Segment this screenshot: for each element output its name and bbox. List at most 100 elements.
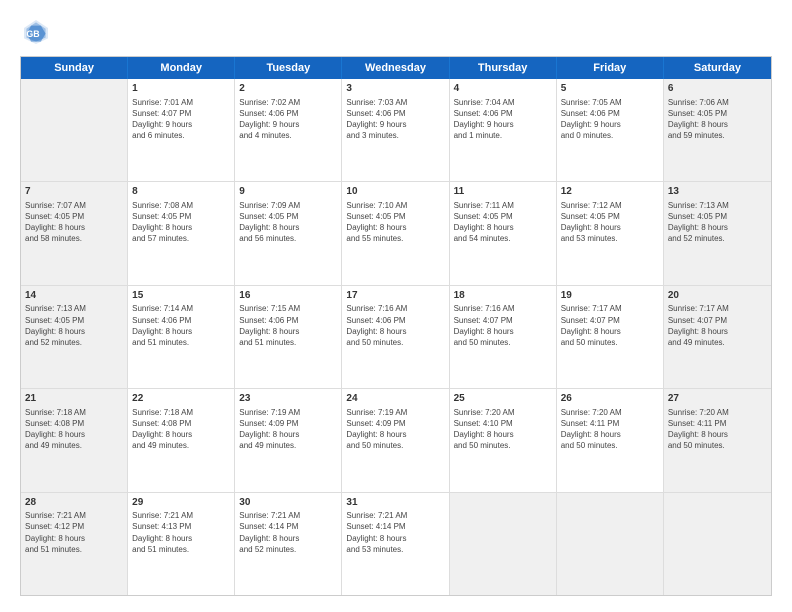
cell-info-line: and 50 minutes.: [561, 440, 659, 451]
cell-info-line: Sunrise: 7:04 AM: [454, 97, 552, 108]
calendar-cell: 28Sunrise: 7:21 AMSunset: 4:12 PMDayligh…: [21, 493, 128, 595]
cell-info-line: Sunrise: 7:17 AM: [561, 303, 659, 314]
day-number: 21: [25, 392, 123, 406]
cell-info-line: Daylight: 8 hours: [668, 119, 767, 130]
cell-info-line: and 50 minutes.: [346, 440, 444, 451]
day-number: 17: [346, 289, 444, 303]
calendar-cell: 31Sunrise: 7:21 AMSunset: 4:14 PMDayligh…: [342, 493, 449, 595]
calendar-cell: 17Sunrise: 7:16 AMSunset: 4:06 PMDayligh…: [342, 286, 449, 388]
calendar-cell: 5Sunrise: 7:05 AMSunset: 4:06 PMDaylight…: [557, 79, 664, 181]
cell-info-line: and 53 minutes.: [561, 233, 659, 244]
calendar-cell: 27Sunrise: 7:20 AMSunset: 4:11 PMDayligh…: [664, 389, 771, 491]
calendar-cell: [557, 493, 664, 595]
cell-info-line: Sunrise: 7:21 AM: [25, 510, 123, 521]
cell-info-line: and 54 minutes.: [454, 233, 552, 244]
cell-info-line: and 52 minutes.: [239, 544, 337, 555]
cell-info-line: Sunset: 4:06 PM: [346, 108, 444, 119]
calendar-cell: 20Sunrise: 7:17 AMSunset: 4:07 PMDayligh…: [664, 286, 771, 388]
cell-info-line: Sunrise: 7:11 AM: [454, 200, 552, 211]
cell-info-line: Daylight: 8 hours: [346, 533, 444, 544]
calendar-cell: 10Sunrise: 7:10 AMSunset: 4:05 PMDayligh…: [342, 182, 449, 284]
cell-info-line: Sunset: 4:11 PM: [561, 418, 659, 429]
calendar-cell: 1Sunrise: 7:01 AMSunset: 4:07 PMDaylight…: [128, 79, 235, 181]
day-number: 2: [239, 82, 337, 96]
calendar-cell: 24Sunrise: 7:19 AMSunset: 4:09 PMDayligh…: [342, 389, 449, 491]
cell-info-line: Sunset: 4:05 PM: [346, 211, 444, 222]
cell-info-line: Sunset: 4:07 PM: [561, 315, 659, 326]
cell-info-line: Daylight: 8 hours: [561, 222, 659, 233]
cell-info-line: Sunrise: 7:09 AM: [239, 200, 337, 211]
calendar-header: SundayMondayTuesdayWednesdayThursdayFrid…: [21, 57, 771, 79]
cell-info-line: and 50 minutes.: [454, 440, 552, 451]
cell-info-line: Sunrise: 7:13 AM: [25, 303, 123, 314]
cell-info-line: Sunrise: 7:20 AM: [454, 407, 552, 418]
day-number: 20: [668, 289, 767, 303]
day-number: 18: [454, 289, 552, 303]
header-day-sunday: Sunday: [21, 57, 128, 79]
cell-info-line: and 50 minutes.: [346, 337, 444, 348]
cell-info-line: Sunset: 4:10 PM: [454, 418, 552, 429]
cell-info-line: Daylight: 8 hours: [25, 429, 123, 440]
cell-info-line: Sunset: 4:05 PM: [561, 211, 659, 222]
cell-info-line: Sunrise: 7:16 AM: [454, 303, 552, 314]
cell-info-line: Sunrise: 7:17 AM: [668, 303, 767, 314]
day-number: 15: [132, 289, 230, 303]
day-number: 27: [668, 392, 767, 406]
cell-info-line: Daylight: 8 hours: [132, 326, 230, 337]
calendar-cell: 2Sunrise: 7:02 AMSunset: 4:06 PMDaylight…: [235, 79, 342, 181]
calendar-cell: 15Sunrise: 7:14 AMSunset: 4:06 PMDayligh…: [128, 286, 235, 388]
calendar-cell: 21Sunrise: 7:18 AMSunset: 4:08 PMDayligh…: [21, 389, 128, 491]
cell-info-line: Daylight: 8 hours: [132, 429, 230, 440]
cell-info-line: Sunset: 4:06 PM: [454, 108, 552, 119]
calendar-cell: 14Sunrise: 7:13 AMSunset: 4:05 PMDayligh…: [21, 286, 128, 388]
cell-info-line: and 56 minutes.: [239, 233, 337, 244]
cell-info-line: Daylight: 8 hours: [454, 222, 552, 233]
cell-info-line: Sunset: 4:05 PM: [668, 211, 767, 222]
header-day-friday: Friday: [557, 57, 664, 79]
day-number: 1: [132, 82, 230, 96]
cell-info-line: Daylight: 8 hours: [25, 533, 123, 544]
day-number: 24: [346, 392, 444, 406]
day-number: 12: [561, 185, 659, 199]
calendar-cell: [664, 493, 771, 595]
cell-info-line: Sunrise: 7:15 AM: [239, 303, 337, 314]
cell-info-line: Daylight: 9 hours: [346, 119, 444, 130]
day-number: 10: [346, 185, 444, 199]
calendar-body: 1Sunrise: 7:01 AMSunset: 4:07 PMDaylight…: [21, 79, 771, 595]
calendar-cell: 3Sunrise: 7:03 AMSunset: 4:06 PMDaylight…: [342, 79, 449, 181]
cell-info-line: Sunrise: 7:05 AM: [561, 97, 659, 108]
calendar-cell: 8Sunrise: 7:08 AMSunset: 4:05 PMDaylight…: [128, 182, 235, 284]
cell-info-line: Sunrise: 7:02 AM: [239, 97, 337, 108]
cell-info-line: and 52 minutes.: [25, 337, 123, 348]
cell-info-line: Daylight: 8 hours: [346, 222, 444, 233]
cell-info-line: Sunrise: 7:03 AM: [346, 97, 444, 108]
cell-info-line: Daylight: 9 hours: [239, 119, 337, 130]
cell-info-line: Sunrise: 7:21 AM: [132, 510, 230, 521]
cell-info-line: and 4 minutes.: [239, 130, 337, 141]
cell-info-line: Sunset: 4:08 PM: [25, 418, 123, 429]
cell-info-line: Sunset: 4:07 PM: [132, 108, 230, 119]
header-day-thursday: Thursday: [450, 57, 557, 79]
cell-info-line: and 49 minutes.: [239, 440, 337, 451]
cell-info-line: Sunrise: 7:21 AM: [346, 510, 444, 521]
cell-info-line: Sunrise: 7:16 AM: [346, 303, 444, 314]
calendar-row-2: 14Sunrise: 7:13 AMSunset: 4:05 PMDayligh…: [21, 285, 771, 388]
cell-info-line: and 58 minutes.: [25, 233, 123, 244]
cell-info-line: Sunrise: 7:01 AM: [132, 97, 230, 108]
cell-info-line: Sunset: 4:14 PM: [239, 521, 337, 532]
cell-info-line: Daylight: 8 hours: [346, 429, 444, 440]
cell-info-line: Sunset: 4:06 PM: [132, 315, 230, 326]
day-number: 31: [346, 496, 444, 510]
cell-info-line: and 55 minutes.: [346, 233, 444, 244]
cell-info-line: Sunset: 4:12 PM: [25, 521, 123, 532]
day-number: 11: [454, 185, 552, 199]
cell-info-line: Sunrise: 7:20 AM: [668, 407, 767, 418]
cell-info-line: Sunrise: 7:07 AM: [25, 200, 123, 211]
cell-info-line: and 57 minutes.: [132, 233, 230, 244]
calendar-row-1: 7Sunrise: 7:07 AMSunset: 4:05 PMDaylight…: [21, 181, 771, 284]
calendar-cell: 12Sunrise: 7:12 AMSunset: 4:05 PMDayligh…: [557, 182, 664, 284]
cell-info-line: Sunset: 4:05 PM: [668, 108, 767, 119]
calendar-cell: 13Sunrise: 7:13 AMSunset: 4:05 PMDayligh…: [664, 182, 771, 284]
calendar-cell: 26Sunrise: 7:20 AMSunset: 4:11 PMDayligh…: [557, 389, 664, 491]
cell-info-line: and 59 minutes.: [668, 130, 767, 141]
